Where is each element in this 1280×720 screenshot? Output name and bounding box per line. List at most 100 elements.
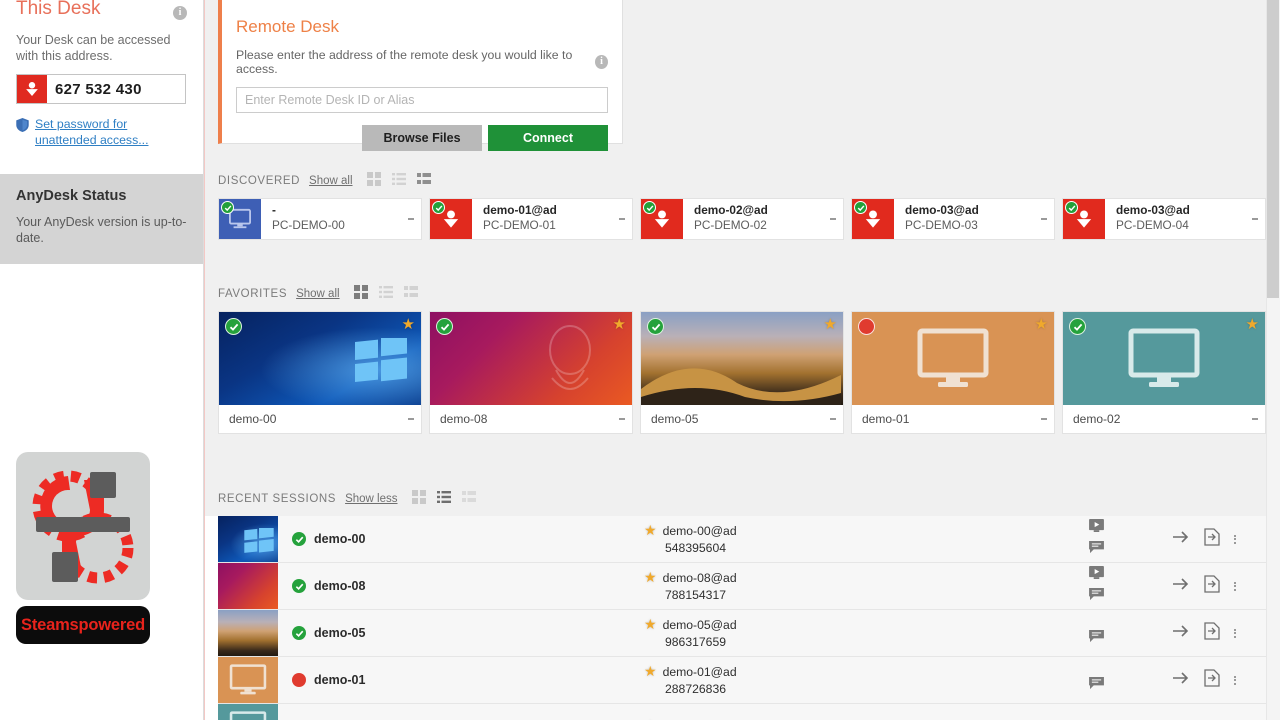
- more-options-icon[interactable]: [401, 199, 421, 239]
- info-icon[interactable]: i: [173, 6, 187, 20]
- more-options-icon[interactable]: [401, 417, 421, 422]
- list-view-icon[interactable]: [391, 172, 406, 191]
- session-thumbnail: [218, 704, 278, 720]
- vertical-scrollbar[interactable]: [1266, 0, 1280, 720]
- info-icon[interactable]: i: [595, 55, 608, 69]
- detail-view-icon[interactable]: [403, 285, 418, 304]
- favorites-label: FAVORITES: [218, 288, 288, 300]
- favorite-star-icon[interactable]: ★: [1035, 317, 1048, 332]
- favorite-card[interactable]: ★ demo-01: [851, 311, 1055, 434]
- favorite-thumbnail: ★: [1063, 312, 1265, 405]
- more-options-icon[interactable]: [1234, 674, 1254, 686]
- more-options-icon[interactable]: [823, 199, 843, 239]
- discovered-show-all-link[interactable]: Show all: [309, 175, 352, 187]
- recent-session-row[interactable]: demo-02 ★ demo-02@ad: [218, 704, 1266, 720]
- anydesk-logo-icon: [1063, 199, 1105, 239]
- recording-icon[interactable]: [1088, 519, 1104, 537]
- session-thumbnail: [218, 563, 278, 609]
- more-options-icon[interactable]: [823, 417, 843, 422]
- file-transfer-icon[interactable]: [1204, 621, 1220, 645]
- more-options-icon[interactable]: [1234, 627, 1254, 639]
- favorite-star-icon[interactable]: ★: [613, 317, 626, 332]
- chat-icon[interactable]: [1088, 541, 1104, 559]
- favorites-show-all-link[interactable]: Show all: [296, 288, 339, 300]
- more-options-icon[interactable]: [1234, 533, 1254, 545]
- more-options-icon[interactable]: [1034, 417, 1054, 422]
- more-options-icon[interactable]: [1234, 580, 1254, 592]
- recording-icon[interactable]: [1088, 566, 1104, 584]
- recent-session-row[interactable]: demo-00 ★ demo-00@ad 548395604: [218, 516, 1266, 563]
- more-options-icon[interactable]: [1245, 199, 1265, 239]
- scrollbar-thumb[interactable]: [1267, 0, 1279, 298]
- session-name: demo-01: [314, 673, 366, 687]
- remote-address-input[interactable]: [236, 87, 608, 113]
- discovered-host: PC-DEMO-01: [483, 218, 556, 232]
- favorite-card[interactable]: ★ demo-08: [429, 311, 633, 434]
- favorite-name: demo-05: [651, 412, 699, 426]
- list-view-icon[interactable]: [436, 490, 451, 509]
- session-thumbnail: [218, 516, 278, 562]
- connect-arrow-icon[interactable]: [1172, 577, 1190, 596]
- online-badge-icon: [643, 201, 656, 214]
- favorite-star-icon[interactable]: ★: [1246, 317, 1259, 332]
- anydesk-logo-icon: [17, 75, 47, 103]
- favorite-star-icon[interactable]: ★: [824, 317, 837, 332]
- tile-view-icon[interactable]: [411, 489, 426, 509]
- favorite-card[interactable]: ★ demo-02: [1062, 311, 1266, 434]
- list-view-icon[interactable]: [378, 285, 393, 304]
- chat-icon[interactable]: [1088, 677, 1104, 695]
- recent-session-row[interactable]: demo-05 ★ demo-05@ad 986317659: [218, 610, 1266, 657]
- favorite-card[interactable]: ★ demo-00: [218, 311, 422, 434]
- connect-arrow-icon[interactable]: [1172, 624, 1190, 643]
- file-transfer-icon[interactable]: [1204, 527, 1220, 551]
- set-password-link[interactable]: Set password for unattended access...: [35, 116, 187, 148]
- favorite-star-icon[interactable]: ★: [644, 570, 657, 585]
- session-id: 548395604: [665, 541, 727, 555]
- discovered-tile[interactable]: demo-01@ad PC-DEMO-01: [429, 198, 633, 240]
- discovered-tile[interactable]: demo-03@ad PC-DEMO-04: [1062, 198, 1266, 240]
- online-status-icon: [292, 532, 306, 546]
- online-status-icon: [292, 579, 306, 593]
- anydesk-window: This Desk i Your Desk can be accessed wi…: [0, 0, 1280, 720]
- browse-files-button[interactable]: Browse Files: [362, 125, 482, 151]
- this-desk-description: Your Desk can be accessed with this addr…: [16, 33, 171, 63]
- this-desk-title: This Desk: [16, 0, 101, 19]
- more-options-icon[interactable]: [612, 417, 632, 422]
- recent-sessions-section: RECENT SESSIONS Show less demo-00 ★ demo…: [204, 486, 1280, 720]
- my-id-box[interactable]: 627 532 430: [16, 74, 186, 104]
- monitor-icon: [218, 704, 278, 720]
- favorite-star-icon[interactable]: ★: [644, 523, 657, 538]
- detail-view-icon[interactable]: [461, 490, 476, 509]
- detail-view-icon[interactable]: [416, 172, 431, 191]
- more-options-icon[interactable]: [612, 199, 632, 239]
- connect-arrow-icon[interactable]: [1172, 671, 1190, 690]
- discovered-tile[interactable]: demo-03@ad PC-DEMO-03: [851, 198, 1055, 240]
- chat-icon[interactable]: [1088, 588, 1104, 606]
- connect-arrow-icon[interactable]: [1172, 530, 1190, 549]
- file-transfer-icon[interactable]: [1204, 668, 1220, 692]
- tile-view-icon[interactable]: [353, 284, 368, 304]
- discovered-tile[interactable]: - PC-DEMO-00: [218, 198, 422, 240]
- discovered-alias: demo-03@ad: [1116, 203, 1190, 217]
- online-badge-icon: [221, 201, 234, 214]
- favorite-card[interactable]: ★ demo-05: [640, 311, 844, 434]
- placeholder-wallpaper: [218, 657, 278, 703]
- recent-session-row[interactable]: demo-01 ★ demo-01@ad 288726836: [218, 657, 1266, 704]
- favorite-thumbnail: ★: [852, 312, 1054, 405]
- recent-sessions-show-less-link[interactable]: Show less: [345, 493, 397, 505]
- favorite-star-icon[interactable]: ★: [644, 617, 657, 632]
- favorite-star-icon[interactable]: ★: [644, 664, 657, 679]
- tile-view-icon[interactable]: [366, 171, 381, 191]
- file-transfer-icon[interactable]: [1204, 574, 1220, 598]
- favorite-name: demo-02: [1073, 412, 1121, 426]
- connect-button[interactable]: Connect: [488, 125, 608, 151]
- more-options-icon[interactable]: [1245, 417, 1265, 422]
- favorite-star-icon[interactable]: ★: [402, 317, 415, 332]
- chat-icon[interactable]: [1088, 630, 1104, 648]
- discovered-label: DISCOVERED: [218, 175, 301, 187]
- online-badge-icon: [436, 318, 453, 335]
- discovered-tile[interactable]: demo-02@ad PC-DEMO-02: [640, 198, 844, 240]
- recent-session-row[interactable]: demo-08 ★ demo-08@ad 788154317: [218, 563, 1266, 610]
- more-options-icon[interactable]: [1034, 199, 1054, 239]
- session-alias: demo-01@ad: [662, 664, 737, 679]
